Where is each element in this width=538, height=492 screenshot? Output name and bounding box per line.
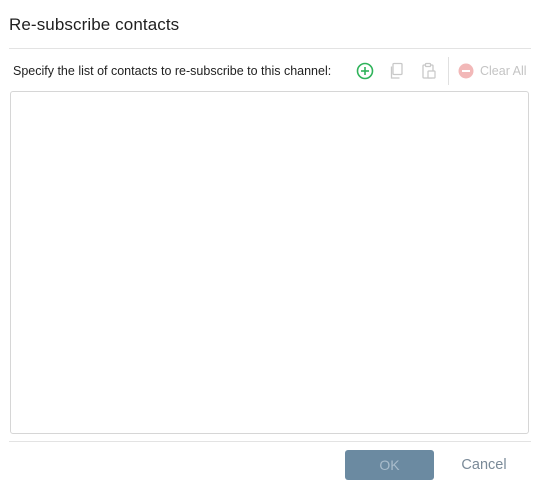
title-divider <box>9 48 531 49</box>
paste-icon <box>422 62 436 79</box>
copy-icon <box>390 62 403 79</box>
cancel-button[interactable]: Cancel <box>451 450 517 480</box>
ok-button[interactable]: OK <box>345 450 434 480</box>
contacts-list[interactable] <box>10 91 529 434</box>
toolbar-separator <box>448 57 449 85</box>
list-toolbar: Clear All <box>352 57 527 85</box>
resubscribe-dialog: Re-subscribe contacts Specify the list o… <box>0 0 538 492</box>
paste-button[interactable] <box>416 59 442 83</box>
minus-circle-icon <box>458 63 474 79</box>
dialog-title: Re-subscribe contacts <box>9 15 180 34</box>
clear-all-label: Clear All <box>480 64 527 78</box>
clear-all-button[interactable]: Clear All <box>455 63 527 79</box>
add-contact-button[interactable] <box>352 59 378 83</box>
copy-button[interactable] <box>384 59 410 83</box>
instructions-label: Specify the list of contacts to re-subsc… <box>13 64 332 78</box>
footer-divider <box>9 441 531 442</box>
plus-circle-icon <box>356 62 374 80</box>
